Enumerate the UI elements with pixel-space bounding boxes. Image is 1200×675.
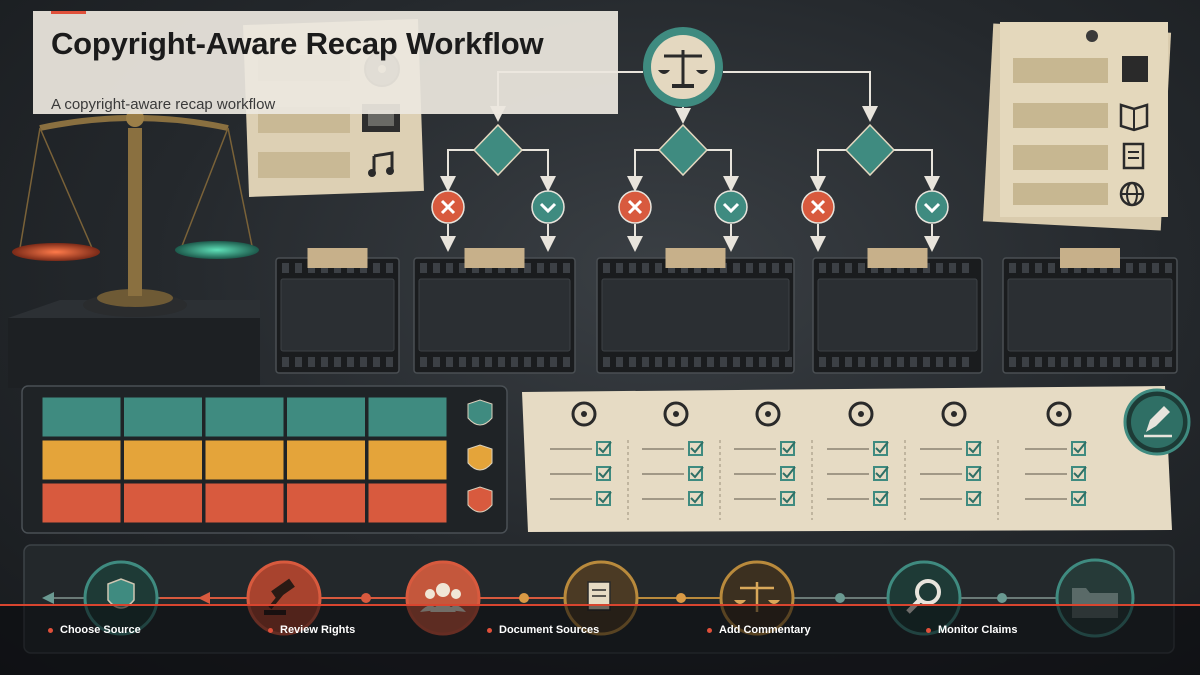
checklist-panel — [522, 386, 1172, 532]
page-subtitle: A copyright-aware recap workflow — [51, 96, 276, 113]
step-bullet — [487, 627, 492, 633]
step-label: Monitor Claims — [938, 624, 1018, 636]
risk-cell — [204, 439, 285, 481]
risk-grid-panel — [21, 385, 508, 534]
step-label: Review Rights — [280, 624, 356, 636]
step-bullet — [707, 627, 712, 633]
risk-cell — [123, 439, 203, 481]
film-frame — [596, 248, 795, 374]
shield-green-icon — [467, 399, 493, 426]
step-document-sources: Document Sources — [487, 624, 599, 636]
decision-diamond — [844, 123, 896, 177]
shield-red-icon — [467, 486, 493, 513]
step-label: Document Sources — [499, 624, 600, 636]
risk-cell — [204, 396, 285, 438]
approve-check-icon — [531, 190, 565, 224]
risk-cell — [286, 396, 366, 438]
edit-pencil-icon[interactable] — [1123, 388, 1191, 456]
right-source-card — [982, 22, 1172, 231]
step-monitor-claims: Monitor Claims — [926, 624, 1017, 636]
decision-diamond — [657, 123, 709, 177]
decision-diamond — [472, 123, 524, 177]
reject-x-icon — [618, 190, 652, 224]
footer-band — [0, 606, 1200, 675]
risk-cell — [286, 482, 366, 524]
risk-cell — [204, 482, 285, 524]
step-review-rights: Review Rights — [268, 624, 355, 636]
risk-cell — [41, 439, 122, 481]
balance-scale-illustration — [8, 109, 260, 388]
risk-cell — [367, 439, 448, 481]
step-bullet — [48, 627, 53, 633]
approve-check-icon — [915, 190, 949, 224]
scales-icon — [643, 27, 723, 107]
risk-cell — [123, 396, 203, 438]
film-frame — [1002, 248, 1178, 374]
film-frames — [275, 248, 1178, 374]
risk-cell — [367, 482, 448, 524]
page-title: Copyright-Aware Recap Workflow — [51, 26, 544, 61]
risk-cell — [286, 439, 366, 481]
step-label: Add Commentary — [719, 624, 811, 636]
risk-cell — [367, 396, 448, 438]
risk-cell — [41, 396, 122, 438]
step-choose-source: Choose Source — [48, 624, 141, 636]
risk-cell — [41, 482, 122, 524]
risk-cell — [123, 482, 203, 524]
film-frame — [812, 248, 983, 374]
film-frame — [413, 248, 576, 374]
step-add-commentary: Add Commentary — [707, 624, 811, 636]
approve-check-icon — [714, 190, 748, 224]
title-accent-bar — [51, 11, 86, 14]
step-label: Choose Source — [60, 624, 141, 636]
film-frame — [275, 248, 400, 374]
reject-x-icon — [801, 190, 835, 224]
clapperboard-icon — [1122, 56, 1148, 82]
shield-amber-icon — [467, 444, 493, 471]
step-bullet — [926, 627, 931, 633]
step-bullet — [268, 627, 273, 633]
reject-x-icon — [431, 190, 465, 224]
